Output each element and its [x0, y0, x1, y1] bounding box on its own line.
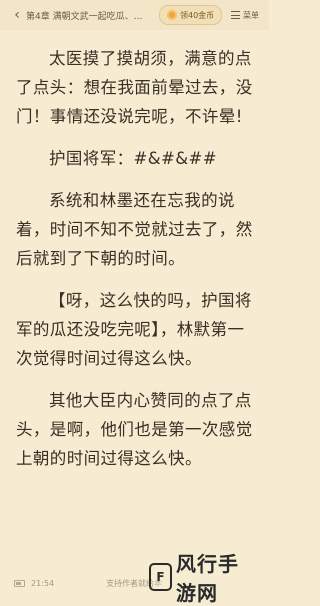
menu-icon	[231, 11, 240, 19]
menu-label: 菜单	[243, 10, 259, 20]
reader-top-bar: ‹ 第4章 满朝文武一起吃瓜、护国… 领40金币 菜单	[0, 0, 269, 30]
paragraph: 其他大臣内心赞同的点了点头，是啊，他们也是第一次感觉上朝的时间过得这么快。	[16, 391, 253, 468]
chapter-title: 第4章 满朝文武一起吃瓜、护国…	[26, 11, 151, 22]
watermark-text: 风行手游网	[175, 552, 239, 605]
chapter-content: 太医摸了摸胡须，满意的点了点头：想在我面前晕过去，没门！事情还没说完呢，不许晕!…	[16, 44, 256, 486]
paragraph: 太医摸了摸胡须，满意的点了点头：想在我面前晕过去，没门！事情还没说完呢，不许晕!	[16, 49, 253, 126]
paragraph: 【呀，这么快的吗，护国将军的瓜还没吃完呢】，林默第一次觉得时间过得这么快。	[16, 291, 252, 368]
back-button[interactable]: ‹	[8, 0, 26, 30]
coin-reward-label: 领40金币	[180, 10, 215, 20]
watermark: F 风行手游网	[149, 552, 269, 605]
watermark-logo: F	[149, 563, 172, 591]
battery-icon	[14, 579, 25, 587]
coin-reward-button[interactable]: 领40金币	[159, 5, 223, 25]
menu-button[interactable]: 菜单	[231, 10, 259, 21]
paragraph: 系统和林墨还在忘我的说着，时间不知不觉就过去了，然后就到了下朝的时间。	[16, 191, 253, 268]
chevron-left-icon: ‹	[14, 7, 20, 23]
coin-icon	[167, 10, 177, 20]
paragraph: 护国将军：#&#&##	[49, 149, 217, 168]
status-area: 21:54	[14, 579, 54, 588]
clock: 21:54	[31, 578, 55, 588]
